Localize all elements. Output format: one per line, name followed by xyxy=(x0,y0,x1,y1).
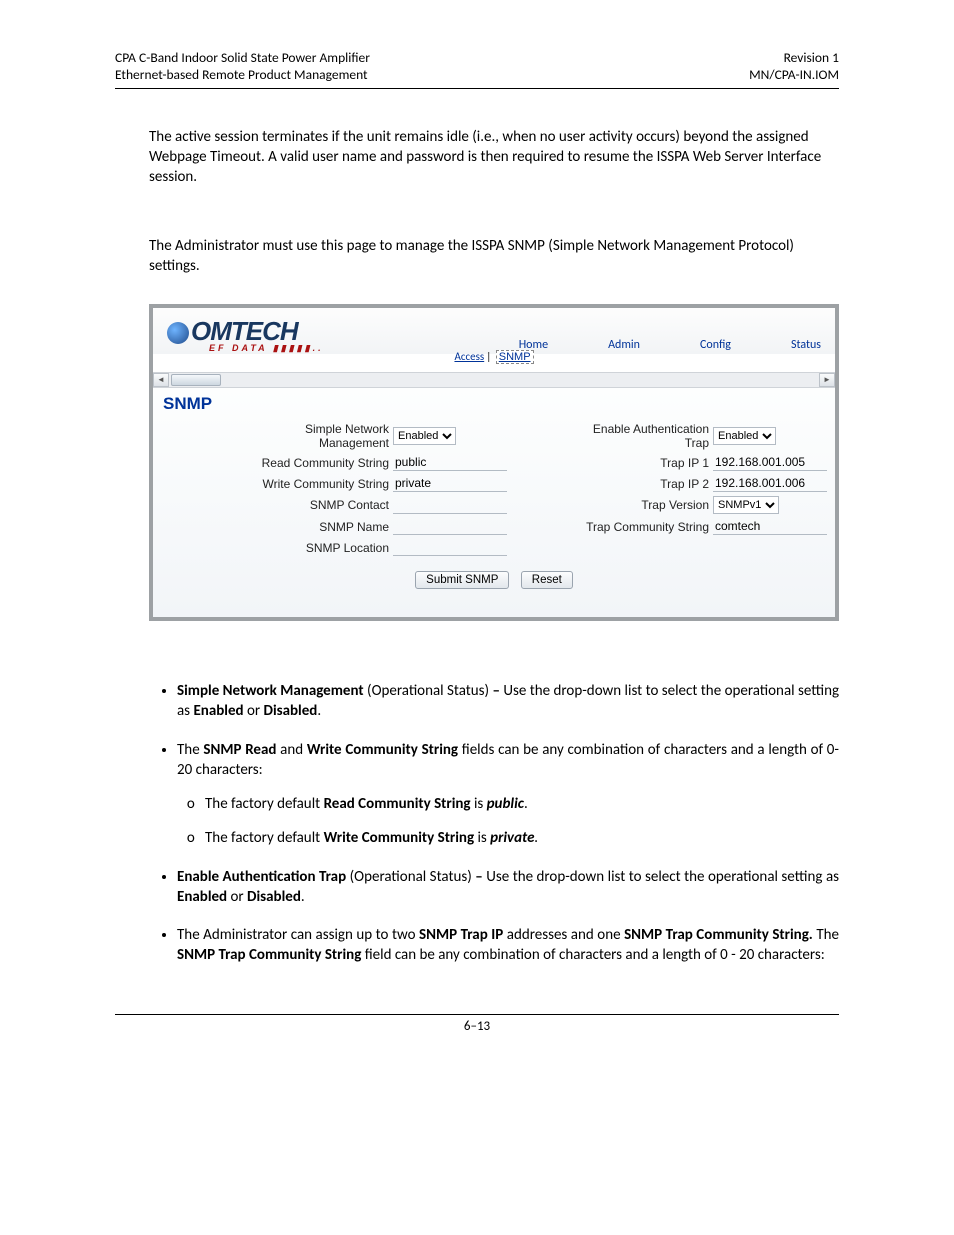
button-row: Submit SNMP Reset xyxy=(163,570,825,589)
label-tver: Trap Version xyxy=(563,498,713,512)
select-eat[interactable]: Enabled xyxy=(713,427,776,445)
label-contact: SNMP Contact xyxy=(193,498,393,512)
input-location[interactable] xyxy=(393,539,507,556)
label-tip1: Trap IP 1 xyxy=(563,456,713,470)
label-rcs: Read Community String xyxy=(193,456,393,470)
bullet-snm: Simple Network Management (Operational S… xyxy=(177,681,839,722)
header-left-2: Ethernet-based Remote Product Management xyxy=(115,66,368,83)
reset-button[interactable]: Reset xyxy=(521,571,573,589)
scroll-right-icon[interactable]: ► xyxy=(819,373,835,387)
page-header: CPA C-Band Indoor Solid State Power Ampl… xyxy=(115,50,839,89)
select-snm[interactable]: Enabled xyxy=(393,427,456,445)
label-snm: Simple Network Management xyxy=(193,422,393,450)
header-left-1: CPA C-Band Indoor Solid State Power Ampl… xyxy=(115,49,370,66)
input-wcs[interactable] xyxy=(393,475,507,492)
header-right-1: Revision 1 xyxy=(784,49,839,66)
snmp-screenshot: OMTECH EF DATA ▮▮▮▮▮.. Home Admin Config… xyxy=(149,304,839,621)
select-tver[interactable]: SNMPv1 xyxy=(713,496,779,514)
intro-paragraph-2: The Administrator must use this page to … xyxy=(149,236,839,277)
globe-icon xyxy=(167,322,189,344)
label-location: SNMP Location xyxy=(193,541,393,555)
scroll-track[interactable] xyxy=(169,374,819,386)
page-footer: 6–13 xyxy=(115,1014,839,1034)
scroll-left-icon[interactable]: ◄ xyxy=(153,373,169,387)
intro-paragraph-1: The active session terminates if the uni… xyxy=(149,127,839,188)
input-contact[interactable] xyxy=(393,497,507,514)
pane-title: SNMP xyxy=(163,394,825,414)
snmp-pane: SNMP Simple Network Management Enabled E… xyxy=(153,388,835,617)
subtab-snmp[interactable]: SNMP xyxy=(496,350,534,364)
label-tcs: Trap Community String xyxy=(563,520,713,534)
label-eat: Enable Authentication Trap xyxy=(563,422,713,450)
input-tcs[interactable] xyxy=(713,518,827,535)
label-name: SNMP Name xyxy=(193,520,393,534)
description-list: Simple Network Management (Operational S… xyxy=(149,681,839,966)
sub-bullet-read: The factory default Read Community Strin… xyxy=(205,794,839,814)
header-right-2: MN/CPA-IN.IOM xyxy=(749,66,839,83)
subtab-access[interactable]: Access xyxy=(454,350,484,363)
bullet-trap-ip: The Administrator can assign up to two S… xyxy=(177,925,839,966)
submit-snmp-button[interactable]: Submit SNMP xyxy=(415,571,509,589)
horizontal-scrollbar[interactable]: ◄ ► xyxy=(153,372,835,388)
input-tip1[interactable] xyxy=(713,454,827,471)
sub-tabs: Access| SNMP xyxy=(153,350,835,365)
bullet-auth-trap: Enable Authentication Trap (Operational … xyxy=(177,867,839,908)
input-name[interactable] xyxy=(393,518,507,535)
comtech-logo: OMTECH EF DATA ▮▮▮▮▮.. xyxy=(167,316,324,354)
input-tip2[interactable] xyxy=(713,475,827,492)
label-wcs: Write Community String xyxy=(193,477,393,491)
bullet-community-strings: The SNMP Read and Write Community String… xyxy=(177,740,839,849)
scroll-thumb[interactable] xyxy=(171,374,221,386)
input-rcs[interactable] xyxy=(393,454,507,471)
sub-bullet-write: The factory default Write Community Stri… xyxy=(205,828,839,848)
label-tip2: Trap IP 2 xyxy=(563,477,713,491)
snmp-form: Simple Network Management Enabled Enable… xyxy=(193,422,815,556)
nav-bar: OMTECH EF DATA ▮▮▮▮▮.. Home Admin Config… xyxy=(153,308,835,354)
